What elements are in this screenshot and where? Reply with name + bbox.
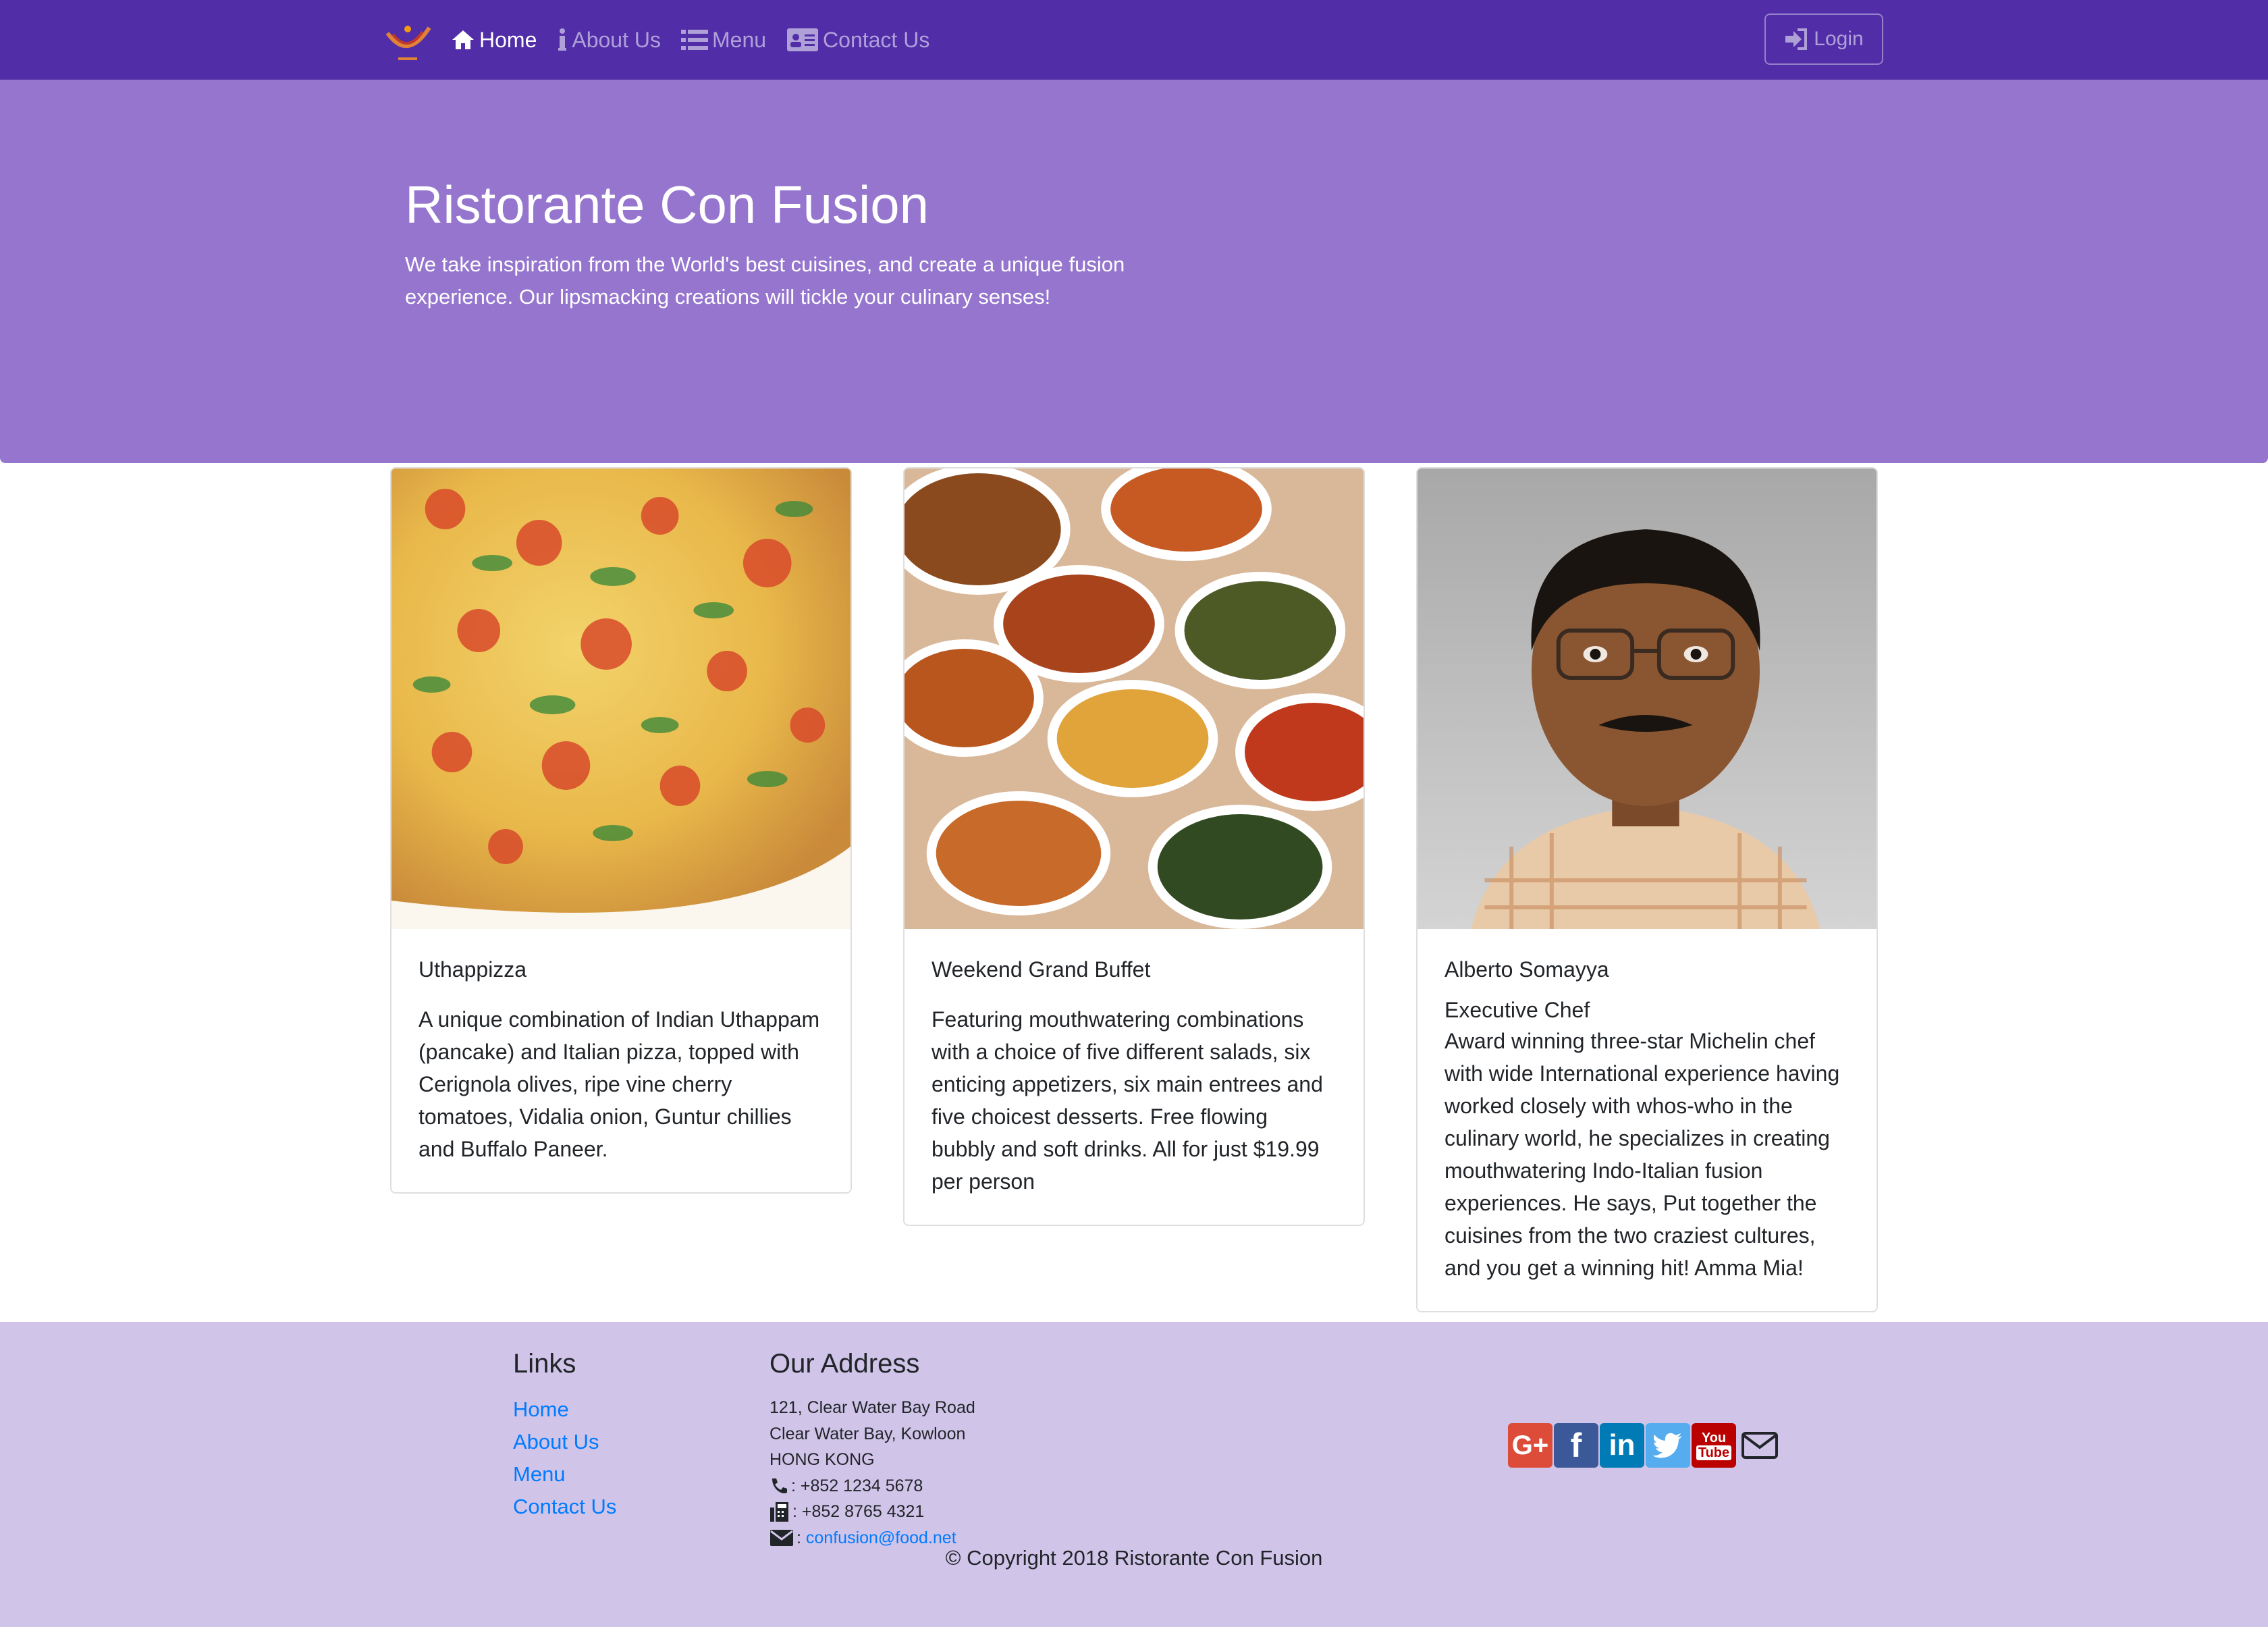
card-title: Weekend Grand Buffet: [932, 957, 1151, 982]
promotion-card: Weekend Grand Buffet Featuring mouthwate…: [903, 467, 1365, 1226]
facebook-icon[interactable]: f: [1554, 1423, 1598, 1468]
navbar: Home About Us Menu Contact Us Login: [0, 0, 2268, 80]
nav-menu[interactable]: Menu: [680, 27, 767, 53]
phone-row: : +852 1234 5678: [770, 1473, 975, 1499]
card-text: A unique combination of Indian Uthappam …: [418, 1007, 820, 1161]
restaurant-title: Ristorante Con Fusion: [405, 175, 929, 234]
login-label: Login: [1814, 28, 1864, 50]
info-icon: [558, 28, 567, 51]
twitter-icon[interactable]: [1646, 1423, 1690, 1468]
fax-row: : +852 8765 4321: [770, 1499, 975, 1525]
phone-icon: [772, 1478, 787, 1493]
footer-links: Home About Us Menu Contact Us: [513, 1393, 616, 1523]
list-icon: [680, 30, 708, 50]
restaurant-tagline: We take inspiration from the World's bes…: [405, 252, 1125, 309]
chef-photo: [1418, 469, 1877, 929]
phone-number: : +852 1234 5678: [791, 1476, 923, 1495]
card-title: Uthappizza: [418, 957, 527, 982]
copyright-text: © Copyright 2018 Ristorante Con Fusion: [945, 1546, 1323, 1570]
navbar-inner: Home About Us Menu Contact Us: [382, 0, 950, 80]
card-body: Uthappizza A unique combination of India…: [392, 929, 850, 1192]
social-buttons: G+ f in You Tube: [1508, 1423, 1783, 1468]
address-line: HONG KONG: [770, 1450, 875, 1469]
footer-link-home[interactable]: Home: [513, 1393, 616, 1426]
dish-image: [392, 469, 850, 929]
address-card-icon: [787, 28, 819, 51]
address-line: Clear Water Bay, Kowloon: [770, 1424, 966, 1443]
linkedin-icon[interactable]: in: [1600, 1423, 1644, 1468]
card-title: Alberto Somayya: [1444, 957, 1609, 982]
sign-in-icon: [1785, 28, 1808, 50]
nav-contact[interactable]: Contact Us: [786, 28, 929, 53]
footer-link-contact[interactable]: Contact Us: [513, 1491, 616, 1523]
nav-home[interactable]: Home: [451, 28, 537, 53]
buffet-image: [905, 469, 1364, 929]
footer: Links Home About Us Menu Contact Us Our …: [0, 1322, 2268, 1627]
mail-icon[interactable]: [1737, 1423, 1782, 1468]
youtube-icon[interactable]: You Tube: [1692, 1423, 1736, 1468]
login-button[interactable]: Login: [1764, 14, 1883, 65]
nav-home-label: Home: [479, 27, 537, 52]
google-plus-icon[interactable]: G+: [1508, 1423, 1552, 1468]
footer-link-about[interactable]: About Us: [513, 1426, 616, 1458]
address-line: 121, Clear Water Bay Road: [770, 1398, 975, 1417]
envelope-icon: [770, 1529, 793, 1546]
nav-about-label: About Us: [572, 27, 661, 52]
card-body: Weekend Grand Buffet Featuring mouthwate…: [905, 929, 1364, 1225]
leader-card: Alberto Somayya Executive Chef Award win…: [1416, 467, 1878, 1312]
nav-about[interactable]: About Us: [557, 28, 661, 53]
links-heading: Links: [513, 1349, 576, 1379]
nav-menu-label: Menu: [711, 27, 767, 52]
fax-icon: [770, 1502, 788, 1522]
fax-number: : +852 8765 4321: [792, 1502, 925, 1521]
footer-link-menu[interactable]: Menu: [513, 1458, 616, 1491]
card-text: Featuring mouthwatering combinations wit…: [932, 1007, 1323, 1194]
home-icon: [452, 30, 474, 49]
restaurant-logo[interactable]: [382, 14, 433, 65]
dish-card: Uthappizza A unique combination of India…: [390, 467, 852, 1194]
card-subtitle: Executive Chef: [1444, 998, 1590, 1022]
nav-contact-label: Contact Us: [823, 27, 930, 52]
address-block: 121, Clear Water Bay Road Clear Water Ba…: [770, 1395, 975, 1551]
card-body: Alberto Somayya Executive Chef Award win…: [1418, 929, 1877, 1311]
jumbotron: Ristorante Con Fusion We take inspiratio…: [0, 80, 2268, 463]
card-text: Award winning three-star Michelin chef w…: [1444, 1029, 1840, 1280]
address-heading: Our Address: [770, 1349, 920, 1379]
